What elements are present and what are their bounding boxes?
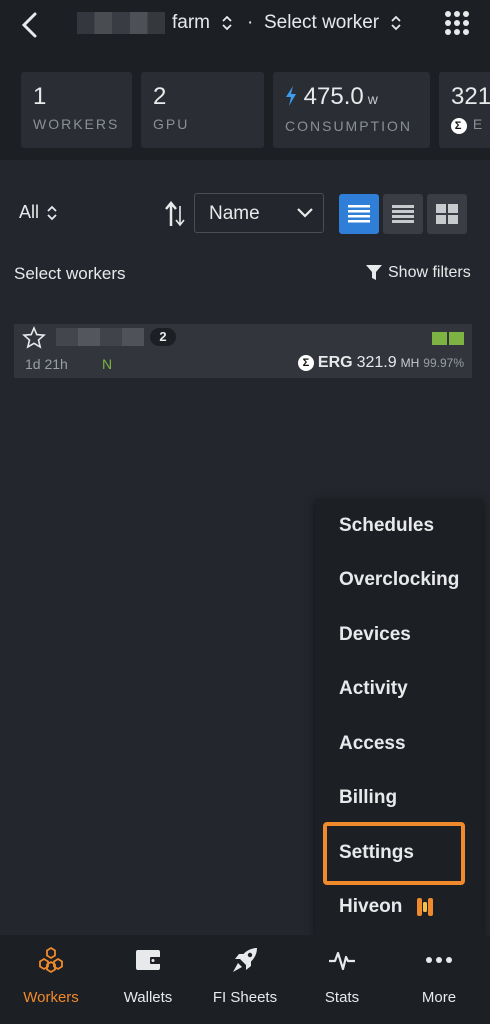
- menu-item-hiveon-label: Hiveon: [339, 896, 403, 918]
- stats-strip: 1 WORKERS 2 GPU 475.0 w CONSUMPTION 321 Σ…: [0, 50, 490, 160]
- view-list-button[interactable]: [339, 194, 379, 234]
- tab-fi-sheets[interactable]: FI Sheets: [196, 935, 294, 1024]
- efficiency-value: 99.97%: [423, 356, 464, 370]
- consumption-unit: w: [367, 91, 378, 107]
- separator: ·: [247, 12, 254, 33]
- worker-name-blurred: [56, 328, 144, 346]
- filter-funnel-icon: [366, 265, 382, 280]
- gpu-card[interactable]: 2 GPU: [141, 72, 264, 148]
- sort-select-value: Name: [209, 203, 260, 224]
- tab-fi-sheets-label: FI Sheets: [212, 989, 278, 1006]
- top-bar: farm · Select worker: [0, 0, 490, 50]
- tab-more[interactable]: More: [390, 935, 488, 1024]
- tab-stats-label: Stats: [324, 989, 360, 1006]
- wallet-icon: [136, 950, 161, 970]
- consumption-value: 475.0: [303, 83, 364, 110]
- gpu-value: 2: [153, 83, 167, 110]
- ergo-coin-icon: Σ: [297, 355, 314, 371]
- sort-direction-icon[interactable]: [165, 200, 187, 228]
- menu-item-access[interactable]: Access: [339, 733, 406, 755]
- menu-item-billing[interactable]: Billing: [339, 787, 397, 809]
- settings-highlight-box: [323, 822, 465, 885]
- sort-select[interactable]: Name: [194, 193, 324, 233]
- select-workers-heading: Select workers: [14, 264, 126, 283]
- consumption-label: CONSUMPTION: [285, 118, 412, 134]
- tab-workers-label: Workers: [23, 989, 79, 1006]
- view-tiles-button[interactable]: [427, 194, 467, 234]
- lightning-icon: [286, 86, 296, 106]
- up-down-icon: [391, 15, 402, 31]
- coin-label: E: [472, 116, 485, 132]
- workers-value: 1: [33, 83, 47, 110]
- table-icon: [392, 205, 414, 223]
- menu-item-schedules[interactable]: Schedules: [339, 515, 434, 537]
- tab-stats[interactable]: Stats: [293, 935, 391, 1024]
- worker-flag: N: [102, 356, 113, 372]
- tab-wallets[interactable]: Wallets: [99, 935, 197, 1024]
- coin-value: 321: [451, 83, 490, 110]
- gpu-status-ok: [432, 332, 447, 345]
- workers-card[interactable]: 1 WORKERS: [21, 72, 132, 148]
- tiles-icon: [436, 204, 458, 224]
- tab-wallets-label: Wallets: [123, 989, 173, 1006]
- menu-item-activity[interactable]: Activity: [339, 678, 408, 700]
- hiveon-logo-icon: [416, 898, 433, 916]
- hashrate-unit: MH: [400, 356, 420, 370]
- gpu-count-badge: 2: [150, 328, 176, 346]
- show-filters-button[interactable]: Show filters: [366, 264, 471, 282]
- farm-label: farm: [172, 12, 210, 33]
- back-arrow-icon[interactable]: [16, 10, 44, 40]
- worker-selector[interactable]: Select worker: [264, 12, 402, 34]
- rocket-icon: [233, 948, 257, 972]
- up-down-icon: [47, 205, 57, 221]
- gpu-label: GPU: [153, 116, 190, 132]
- hive-icon: [39, 946, 63, 974]
- worker-row[interactable]: 2 1d 21h N Σ ERG 321.9 MH 99.97%: [14, 324, 472, 378]
- workers-label: WORKERS: [33, 116, 120, 132]
- ergo-coin-icon: Σ: [451, 118, 467, 134]
- farm-name-blurred: [77, 12, 165, 34]
- apps-grid-icon[interactable]: [444, 10, 470, 36]
- tab-workers[interactable]: Workers: [2, 935, 100, 1024]
- filter-row: All Name: [0, 193, 490, 235]
- show-filters-label: Show filters: [388, 264, 471, 281]
- menu-item-overclocking[interactable]: Overclocking: [339, 569, 459, 591]
- coin-card[interactable]: 321 Σ E: [439, 72, 490, 148]
- menu-item-hiveon[interactable]: Hiveon: [339, 896, 436, 918]
- coin-name: ERG: [317, 354, 353, 371]
- star-icon[interactable]: [22, 326, 46, 350]
- up-down-icon: [222, 15, 232, 31]
- tab-more-label: More: [421, 989, 457, 1006]
- worker-hashrate: Σ ERG 321.9 MH 99.97%: [297, 354, 464, 372]
- menu-item-devices[interactable]: Devices: [339, 624, 411, 646]
- consumption-card[interactable]: 475.0 w CONSUMPTION: [273, 72, 430, 148]
- worker-uptime: 1d 21h: [25, 356, 68, 372]
- pulse-icon: [329, 951, 355, 971]
- view-table-button[interactable]: [383, 194, 423, 234]
- hashrate-value: 321.9: [356, 354, 397, 371]
- bottom-nav: Workers Wallets FI Sheets Stats More: [0, 935, 490, 1024]
- group-filter-label: All: [19, 202, 40, 222]
- farm-selector[interactable]: farm: [172, 12, 233, 34]
- more-dots-icon: [426, 957, 452, 963]
- gpu-status-ok: [449, 332, 464, 345]
- gpu-status-indicators: [430, 332, 464, 350]
- worker-select-label: Select worker: [264, 12, 380, 33]
- chevron-down-icon: [297, 208, 313, 218]
- group-filter[interactable]: All: [19, 202, 58, 223]
- list-icon: [348, 205, 370, 223]
